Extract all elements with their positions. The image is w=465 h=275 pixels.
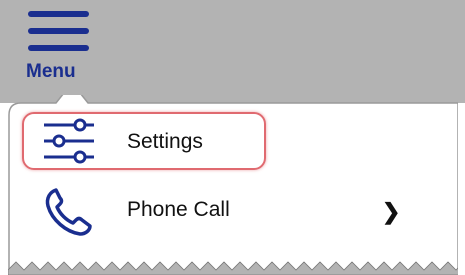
menu-label: Menu [26, 61, 76, 82]
menu-button[interactable]: Menu [26, 8, 96, 88]
top-bar: Menu [0, 0, 465, 103]
settings-highlight [22, 112, 266, 170]
chevron-right-icon: ❯ [382, 199, 401, 224]
hamburger-icon [28, 11, 89, 51]
phone-icon [45, 188, 92, 236]
menu-item-phone-call[interactable]: Phone Call ❯ [26, 180, 446, 244]
menu-item-label-phone-call: Phone Call [127, 198, 230, 221]
